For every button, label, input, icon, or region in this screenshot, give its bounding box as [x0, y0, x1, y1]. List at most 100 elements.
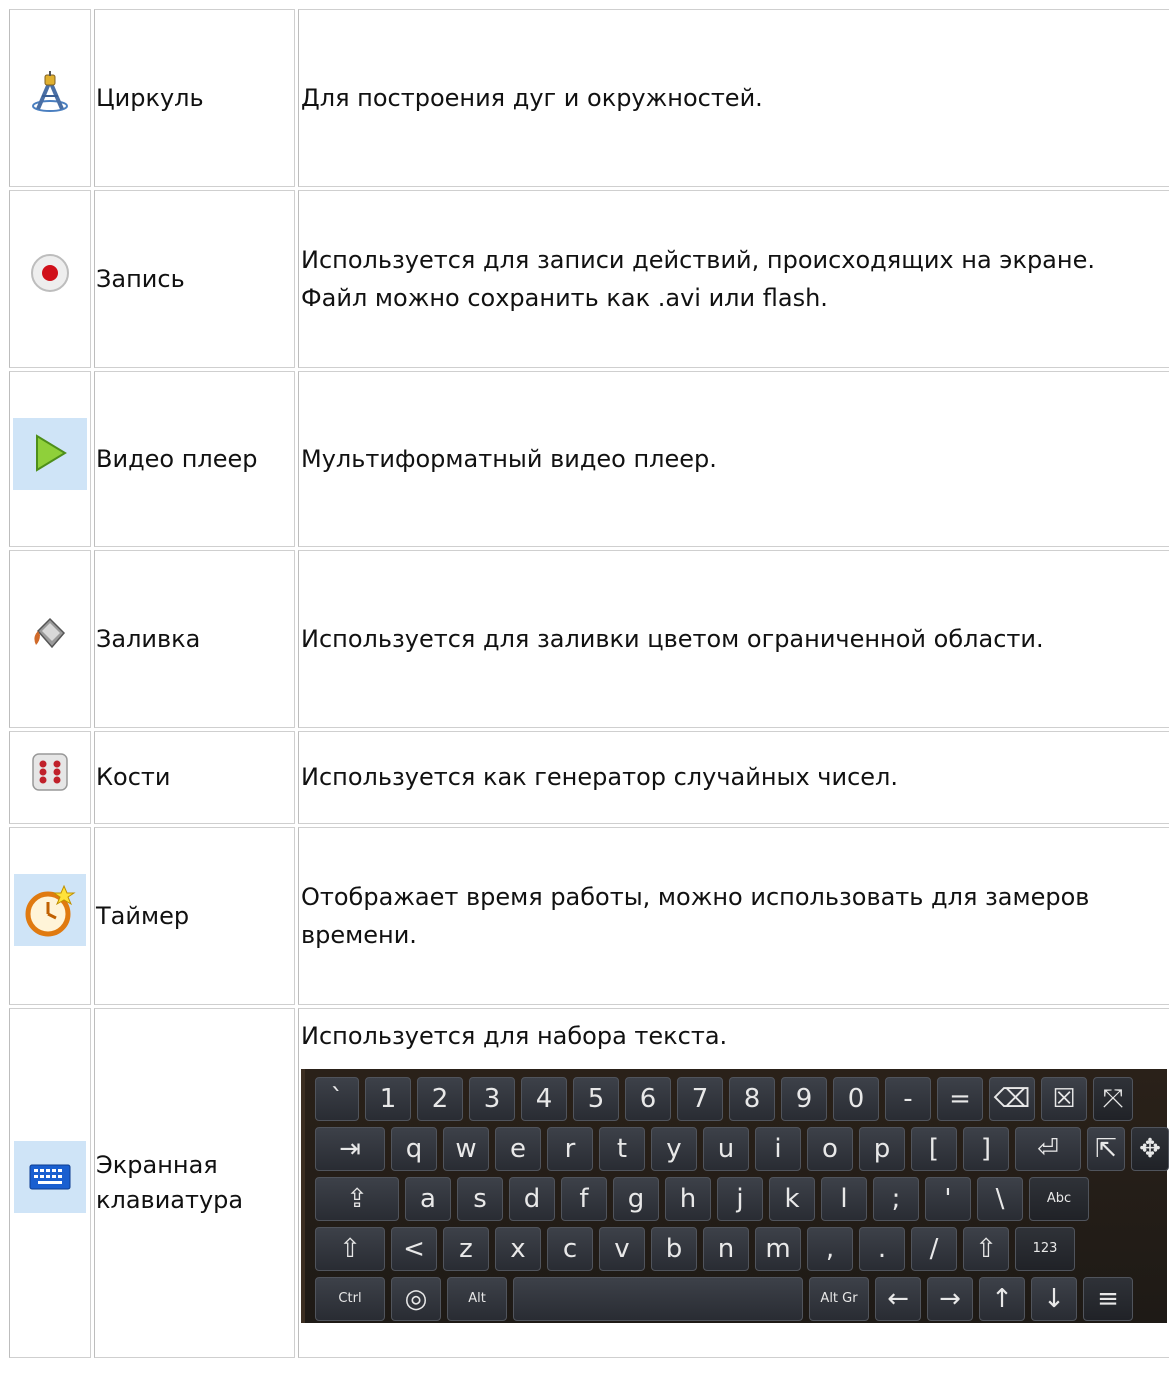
table-row: Запись Используется для записи действий,… [9, 190, 1169, 368]
keyboard-key: ↓ [1031, 1277, 1077, 1322]
keyboard-key: / [911, 1227, 957, 1272]
keyboard-key: ☒ [1041, 1077, 1087, 1122]
keyboard-key: ← [875, 1277, 921, 1322]
keyboard-key: h [665, 1177, 711, 1222]
keyboard-key: ⤧ [1093, 1077, 1133, 1122]
keyboard-key: Alt Gr [809, 1277, 869, 1322]
tool-name: Кости [94, 731, 295, 824]
keyboard-key: , [807, 1227, 853, 1272]
keyboard-key: d [509, 1177, 555, 1222]
keyboard-key: a [405, 1177, 451, 1222]
keyboard-key: b [651, 1227, 697, 1272]
table-row: Видео плеер Мультиформатный видео плеер. [9, 371, 1169, 547]
keyboard-key: ✥ [1131, 1127, 1169, 1172]
keyboard-key: i [755, 1127, 801, 1172]
tool-name: Таймер [94, 827, 295, 1005]
keyboard-key: = [937, 1077, 983, 1122]
play-icon [13, 416, 87, 501]
keyboard-key: < [391, 1227, 437, 1272]
onscreen-keyboard-image: ` 1 2 3 4 5 6 7 8 9 0- = ⌫ ☒ ⤧ ⇥ q w e r t y u i o p[] ⏎ ⇱ ✥ ⇪ a s d f g h j… [301, 1069, 1169, 1324]
keyboard-row: ⇪ a s d f g h j k l; ' \ Abc [315, 1175, 1157, 1223]
tool-name: Циркуль [94, 9, 295, 187]
keyboard-key: - [885, 1077, 931, 1122]
keyboard-key: g [613, 1177, 659, 1222]
keyboard-key: 6 [625, 1077, 671, 1122]
keyboard-key: o [807, 1127, 853, 1172]
keyboard-key: r [547, 1127, 593, 1172]
keyboard-key: n [703, 1227, 749, 1272]
keyboard-row: ⇥ q w e r t y u i o p[] ⏎ ⇱ ✥ [315, 1125, 1169, 1173]
keyboard-key: k [769, 1177, 815, 1222]
icon-cell [9, 731, 91, 824]
keyboard-key: ⇪ [315, 1177, 399, 1222]
timer-icon [14, 874, 86, 957]
keyboard-row: ` 1 2 3 4 5 6 7 8 9 0- = ⌫ ☒ ⤧ [315, 1075, 1157, 1123]
keyboard-key: ⇧ [963, 1227, 1009, 1272]
keyboard-key: ⏎ [1015, 1127, 1081, 1172]
tool-name-line: Экранная [96, 1151, 218, 1180]
table-row: Таймер Отображает время работы, можно ис… [9, 827, 1169, 1005]
keyboard-key: s [457, 1177, 503, 1222]
keyboard-key: ; [873, 1177, 919, 1222]
keyboard-key: z [443, 1227, 489, 1272]
keyboard-key: 2 [417, 1077, 463, 1122]
tool-name: Видео плеер [94, 371, 295, 547]
keyboard-key: → [927, 1277, 973, 1322]
keyboard-key: x [495, 1227, 541, 1272]
tool-description: Используется как генератор случайных чис… [298, 731, 1169, 824]
tool-description: Для построения дуг и окружностей. [298, 9, 1169, 187]
tool-description: Отображает время работы, можно использов… [298, 827, 1169, 1005]
description-line: Для построения дуг и окружностей. [301, 83, 763, 112]
icon-cell [9, 371, 91, 547]
keyboard-key: y [651, 1127, 697, 1172]
keyboard-key: 0 [833, 1077, 879, 1122]
icon-cell [9, 9, 91, 187]
keyboard-key: 1 [365, 1077, 411, 1122]
icon-cell [9, 550, 91, 728]
keyboard-key: 3 [469, 1077, 515, 1122]
keyboard-key: Abc [1029, 1177, 1089, 1222]
keyboard-key: ◎ [391, 1277, 441, 1322]
keyboard-key: 9 [781, 1077, 827, 1122]
keyboard-key: 5 [573, 1077, 619, 1122]
keyboard-key: q [391, 1127, 437, 1172]
keyboard-key: w [443, 1127, 489, 1172]
tool-description: Используется для набора текста. ` 1 2 3 4 5 6 7… [298, 1008, 1169, 1358]
paint-bucket-icon [30, 613, 70, 664]
icon-cell [9, 1008, 91, 1358]
keyboard-key: . [859, 1227, 905, 1272]
keyboard-key: 8 [729, 1077, 775, 1122]
keyboard-key: 7 [677, 1077, 723, 1122]
description-line: Используется для набора текста. [301, 1022, 728, 1050]
keyboard-key: l [821, 1177, 867, 1222]
keyboard-row: ⇧ < z x c v b n m,. / ⇧ 123 [315, 1225, 1157, 1273]
keyboard-key: ⇱ [1087, 1127, 1125, 1172]
keyboard-key: ' [925, 1177, 971, 1222]
keyboard-key: ⇥ [315, 1127, 385, 1172]
keyboard-key: ` [315, 1077, 359, 1122]
keyboard-key: u [703, 1127, 749, 1172]
table-row: Кости Используется как генератор случайн… [9, 731, 1169, 824]
table-row: Экранная клавиатура Используется для наб… [9, 1008, 1169, 1358]
keyboard-key: ⇧ [315, 1227, 385, 1272]
tool-name-line: клавиатура [96, 1186, 244, 1214]
keyboard-key: t [599, 1127, 645, 1172]
keyboard-key: Ctrl [315, 1277, 385, 1322]
keyboard-key: ⌫ [989, 1077, 1035, 1122]
description-line: Мультиформатный видео плеер. [301, 444, 717, 473]
tool-description: Используется для заливки цветом ограниче… [298, 550, 1169, 728]
description-line: времени. [301, 921, 417, 949]
keyboard-key: 4 [521, 1077, 567, 1122]
table-row: Циркуль Для построения дуг и окружностей… [9, 9, 1169, 187]
keyboard-icon [14, 1141, 86, 1224]
description-line: Файл можно сохранить как .avi или flash. [301, 284, 828, 312]
keyboard-key: [ [911, 1127, 957, 1172]
tool-description: Используется для записи действий, происх… [298, 190, 1169, 368]
keyboard-key: 123 [1015, 1227, 1075, 1272]
keyboard-key: j [717, 1177, 763, 1222]
keyboard-row: Ctrl ◎ Alt Alt Gr ← → ↑ ↓ ≡ [315, 1275, 1157, 1323]
tool-name: Запись [94, 190, 295, 368]
description-line: Используется как генератор случайных чис… [301, 763, 899, 792]
keyboard-key: ] [963, 1127, 1009, 1172]
description-line: Используется для записи действий, происх… [301, 245, 1095, 274]
